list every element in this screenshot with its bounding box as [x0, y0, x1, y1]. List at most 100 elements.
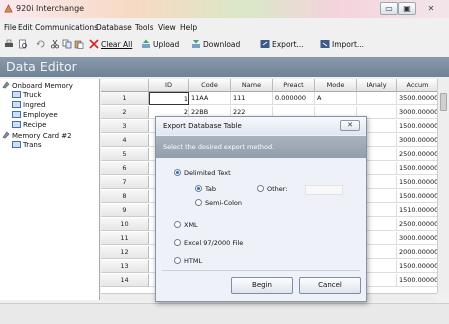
cell-accum[interactable]: 2500.000000 — [397, 218, 437, 231]
column-header-preact[interactable]: Preact — [273, 79, 315, 92]
cell-accum[interactable]: 2000.000000 — [397, 246, 437, 259]
row-number[interactable]: 12 — [101, 246, 149, 259]
download-label: Download — [203, 40, 241, 49]
radio-semi-colon[interactable]: Semi-Colon — [195, 199, 242, 207]
tree-item-ingred[interactable]: Ingred — [12, 101, 45, 109]
row-number[interactable]: 1 — [101, 92, 149, 105]
vertical-scrollbar[interactable] — [437, 79, 449, 293]
table-icon — [12, 111, 21, 118]
table-icon — [12, 91, 21, 98]
print-preview-icon[interactable] — [18, 39, 28, 49]
row-number[interactable]: 14 — [101, 274, 149, 287]
cell-accum[interactable]: 3000.000000 — [397, 232, 437, 245]
column-header-id[interactable]: ID — [149, 79, 189, 92]
cancel-button[interactable]: Cancel — [299, 277, 361, 294]
tree-label: Memory Card #2 — [12, 132, 72, 140]
cell-accum[interactable]: 1500.000000 — [397, 190, 437, 203]
row-number[interactable]: 10 — [101, 218, 149, 231]
option-label: HTML — [184, 257, 203, 265]
radio-xml[interactable]: XML — [174, 221, 198, 229]
tree-label: Truck — [23, 91, 42, 99]
dialog-separator — [162, 270, 360, 271]
data-editor-title: Data Editor — [6, 59, 77, 74]
cut-icon[interactable] — [50, 39, 60, 49]
grid-corner — [101, 79, 149, 92]
tree-node-memory-card[interactable]: Memory Card #2 — [2, 131, 72, 140]
memory-icon — [2, 81, 10, 89]
cell-accum[interactable]: 1500.000000 — [397, 176, 437, 189]
toolbar: Clear All Upload Download Export... Impo… — [0, 36, 449, 54]
menu-database[interactable]: Database — [96, 23, 132, 32]
cell-preact[interactable]: 0.000000 — [273, 92, 315, 105]
menu-tools[interactable]: Tools — [135, 23, 153, 32]
tree-item-employee[interactable]: Employee — [12, 111, 58, 119]
row-number[interactable]: 8 — [101, 190, 149, 203]
begin-button[interactable]: Begin — [231, 277, 293, 294]
menu-communications[interactable]: Communications — [35, 23, 98, 32]
column-header-mode[interactable]: Mode — [315, 79, 357, 92]
column-header-ianaly[interactable]: IAnaly — [357, 79, 397, 92]
tree-item-truck[interactable]: Truck — [12, 91, 41, 99]
table-icon — [12, 141, 21, 148]
tree-node-onboard-memory[interactable]: Onboard Memory — [2, 81, 73, 90]
close-button[interactable]: ✕ — [418, 2, 444, 15]
print-icon[interactable] — [4, 39, 14, 49]
column-header-code[interactable]: Code — [189, 79, 231, 92]
table-icon — [12, 121, 21, 128]
import-button[interactable]: Import... — [320, 39, 364, 51]
row-number[interactable]: 3 — [101, 120, 149, 133]
minimize-button[interactable]: ▭ — [380, 2, 398, 15]
upload-button[interactable]: Upload — [141, 39, 179, 51]
cell-ianaly[interactable] — [357, 92, 397, 105]
cell-accum[interactable]: 2500.000000 — [397, 148, 437, 161]
cell-accum[interactable]: 3500.000000 — [397, 92, 437, 105]
download-button[interactable]: Download — [191, 39, 240, 51]
cell-accum[interactable]: 1500.000000 — [397, 162, 437, 175]
radio-excel[interactable]: Excel 97/2000 File — [174, 239, 243, 247]
cell-accum[interactable]: 3000.000000 — [397, 134, 437, 147]
radio-tab[interactable]: Tab — [195, 185, 216, 193]
maximize-button[interactable]: ▣ — [398, 2, 416, 15]
menu-edit[interactable]: Edit — [18, 23, 33, 32]
cell-accum[interactable]: 1500.000000 — [397, 120, 437, 133]
cell-accum[interactable]: 1500.000000 — [397, 274, 437, 287]
paste-icon[interactable] — [74, 39, 84, 49]
dialog-title-bar: Export Database Table ✕ — [156, 117, 366, 135]
table-icon — [12, 101, 21, 108]
row-number[interactable]: 7 — [101, 176, 149, 189]
menu-view[interactable]: View — [158, 23, 176, 32]
cell-code[interactable]: 11AA — [189, 92, 231, 105]
radio-indicator — [174, 257, 181, 264]
row-number[interactable]: 4 — [101, 134, 149, 147]
dialog-instruction: Select the desired export method. — [163, 143, 275, 151]
cell-name[interactable]: 111 — [231, 92, 273, 105]
export-button[interactable]: Export... — [260, 39, 304, 51]
radio-other[interactable]: Other: — [257, 185, 288, 193]
menu-file[interactable]: File — [4, 23, 17, 32]
undo-icon[interactable] — [36, 39, 46, 49]
row-number[interactable]: 9 — [101, 204, 149, 217]
clear-all-button[interactable]: Clear All — [89, 39, 132, 51]
column-header-accum[interactable]: Accum — [397, 79, 437, 92]
radio-delimited-text[interactable]: Delimited Text — [174, 169, 231, 177]
radio-indicator — [195, 185, 202, 192]
radio-html[interactable]: HTML — [174, 257, 202, 265]
row-number[interactable]: 5 — [101, 148, 149, 161]
menu-help[interactable]: Help — [180, 23, 197, 32]
cell-accum[interactable]: 1510.000000 — [397, 204, 437, 217]
cell-id[interactable]: 1 — [149, 92, 189, 105]
row-number[interactable]: 6 — [101, 162, 149, 175]
copy-icon[interactable] — [62, 39, 72, 49]
tree-item-recipe[interactable]: Recipe — [12, 121, 46, 129]
cell-accum[interactable]: 1500.000000 — [397, 260, 437, 273]
cell-accum[interactable]: 3000.000000 — [397, 106, 437, 119]
dialog-close-button[interactable]: ✕ — [340, 120, 360, 131]
column-header-name[interactable]: Name — [231, 79, 273, 92]
row-number[interactable]: 13 — [101, 260, 149, 273]
other-delimiter-input[interactable] — [305, 185, 343, 195]
row-number[interactable]: 11 — [101, 232, 149, 245]
tree-item-trans[interactable]: Trans — [12, 141, 42, 149]
row-number[interactable]: 2 — [101, 106, 149, 119]
scroll-thumb[interactable] — [440, 93, 447, 111]
cell-mode[interactable]: A — [315, 92, 357, 105]
